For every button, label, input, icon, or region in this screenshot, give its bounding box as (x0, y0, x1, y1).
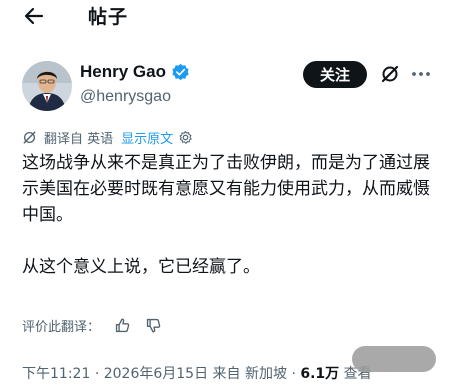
post-text: 这场战争从来不是真正为了击败伊朗，而是为了通过展示美国在必要时既有意愿又有能力使… (22, 150, 442, 280)
view-count: 6.1万 (300, 366, 340, 382)
back-arrow-icon[interactable] (22, 4, 46, 28)
post-paragraph: 从这个意义上说，它已经赢了。 (22, 257, 260, 277)
thumbs-up-icon[interactable] (114, 317, 131, 334)
author-display-name[interactable]: Henry Gao (80, 62, 166, 82)
post-date[interactable]: 2026年6月15日 (104, 366, 208, 382)
overlay-pill (352, 346, 436, 372)
author-handle[interactable]: @henrysgao (80, 88, 171, 106)
page-title: 帖子 (88, 6, 129, 28)
separator-dot: · (94, 366, 104, 382)
verified-badge-icon (172, 63, 189, 80)
show-original-link[interactable]: 显示原文 (121, 128, 173, 147)
translation-notice: 翻译自 英语 显示原文 (22, 128, 193, 147)
avatar[interactable] (22, 61, 72, 111)
translate-icon (23, 131, 36, 144)
translated-from-label: 翻译自 英语 (44, 132, 114, 147)
more-options-icon[interactable] (410, 64, 432, 84)
post-paragraph: 这场战争从来不是真正为了击败伊朗，而是为了通过展示美国在必要时既有意愿又有能力使… (22, 153, 430, 225)
author-name-row[interactable]: Henry Gao (80, 62, 190, 82)
grok-icon[interactable] (380, 64, 400, 84)
post-location: 来自 新加坡 (212, 366, 287, 382)
gear-icon[interactable] (178, 130, 193, 145)
rate-translation-label: 评价此翻译： (22, 320, 101, 335)
follow-button[interactable]: 关注 (303, 61, 367, 88)
post-time[interactable]: 下午11:21 (22, 366, 90, 382)
post-metadata: 下午11:21 · 2026年6月15日 来自 新加坡 · 6.1万 查看 (22, 363, 372, 383)
thumbs-down-icon[interactable] (145, 317, 162, 334)
rate-translation-row: 评价此翻译： (22, 316, 162, 335)
separator-dot: · (291, 366, 301, 382)
top-bar: 帖子 (0, 0, 456, 34)
